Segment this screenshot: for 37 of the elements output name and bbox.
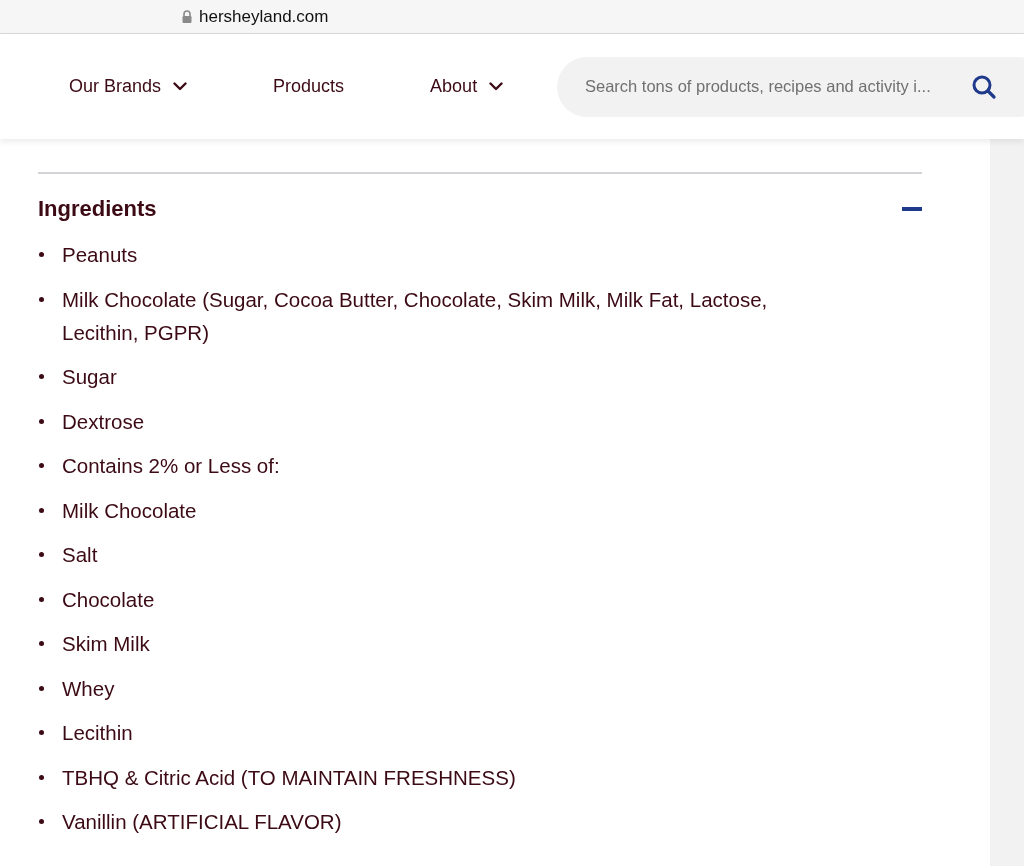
lock-icon: [182, 10, 192, 23]
chevron-down-icon: [173, 82, 188, 91]
ingredient-text: Salt: [62, 542, 98, 568]
ingredient-text: Peanuts: [62, 242, 138, 268]
bullet-dot: [39, 641, 44, 646]
bullet-dot: [39, 819, 44, 824]
bullet-dot: [39, 463, 44, 468]
nav-link[interactable]: Products: [273, 76, 345, 97]
ingredient-text: Milk Chocolate: [62, 497, 197, 524]
bullet-dot: [39, 374, 44, 379]
bullet-dot: [39, 730, 44, 735]
bullet-dot: [39, 774, 44, 780]
nav-link[interactable]: About: [430, 76, 504, 97]
ingredient-text: Lecithin: [62, 720, 133, 746]
ingredient-text: Milk Chocolate (Sugar, Cocoa Butter, Chocolate, Skim Milk, Milk Fat, Lactose, Lecithin, PGPR): [62, 286, 769, 346]
bullet-dot: [39, 552, 44, 557]
bullet-dot: [39, 507, 44, 513]
section-title: Ingredients: [38, 196, 157, 222]
ingredient-text: Dextrose: [62, 408, 145, 435]
search-icon[interactable]: [971, 73, 997, 100]
nav-link[interactable]: Our Brands: [69, 76, 188, 97]
bullet-dot: [39, 596, 44, 602]
bullet-dot: [39, 296, 44, 302]
url-text[interactable]: hersheyland.com: [199, 6, 329, 27]
accordion-header[interactable]: Ingredients: [38, 194, 922, 224]
chevron-down-icon: [489, 82, 504, 91]
bullet-dot: [39, 418, 44, 424]
bullet-dot: [39, 252, 44, 257]
ingredient-text: Whey: [62, 675, 115, 702]
ingredient-text: Vanillin (ARTIFICIAL FLAVOR): [62, 809, 342, 835]
ingredient-text: Sugar: [62, 364, 117, 390]
ingredient-text: Chocolate: [62, 586, 155, 613]
ingredient-text: Contains 2% or Less of:: [62, 453, 280, 479]
ingredient-text: Skim Milk: [62, 631, 150, 657]
bullet-dot: [39, 685, 44, 691]
ingredient-text: TBHQ & Citric Acid (TO MAINTAIN FRESHNESS): [62, 764, 516, 791]
search-field[interactable]: Search tons of products, recipes and activity i...: [557, 56, 1024, 117]
